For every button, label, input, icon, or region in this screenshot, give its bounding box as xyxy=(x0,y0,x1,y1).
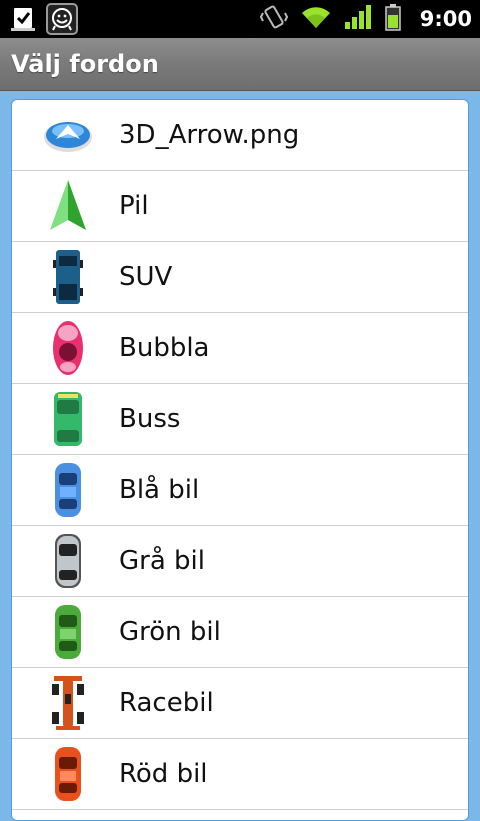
list-item[interactable]: Grön bil xyxy=(12,597,468,668)
clock: 9:00 xyxy=(419,7,472,31)
vehicle-list: 3D_Arrow.png Pil SUV Bubbla Buss Blå bil… xyxy=(11,99,469,821)
bubble-car-icon xyxy=(40,318,96,378)
wifi-icon xyxy=(300,4,332,34)
list-item[interactable]: Racebil xyxy=(12,668,468,739)
list-item-label: Grå bil xyxy=(119,546,205,576)
blue-car-icon xyxy=(40,460,96,520)
list-item[interactable]: SUV xyxy=(12,242,468,313)
list-item[interactable]: Blå bil xyxy=(12,455,468,526)
list-item-label: Racebil xyxy=(119,688,214,718)
gray-car-icon xyxy=(40,531,96,591)
list-item[interactable]: Bubbla xyxy=(12,313,468,384)
list-item-label: Bubbla xyxy=(119,333,210,363)
green-arrow-icon xyxy=(40,176,96,236)
list-item[interactable]: Buss xyxy=(12,384,468,455)
list-item-label: Pil xyxy=(119,191,149,221)
3d-arrow-icon xyxy=(40,105,96,165)
red-car-icon xyxy=(40,744,96,804)
download-complete-icon[interactable] xyxy=(8,3,40,35)
status-bar: 9:00 xyxy=(0,0,480,38)
list-item-label: Buss xyxy=(119,404,181,434)
signal-icon xyxy=(344,4,372,34)
page-title: Välj fordon xyxy=(11,50,159,78)
smiley-notification-icon[interactable] xyxy=(46,3,78,35)
list-item[interactable]: Röd bil xyxy=(12,739,468,810)
list-item-label: Blå bil xyxy=(119,475,200,505)
list-item-label: Grön bil xyxy=(119,617,221,647)
list-item-label: SUV xyxy=(119,262,173,292)
title-bar: Välj fordon xyxy=(0,38,480,91)
list-item-label: 3D_Arrow.png xyxy=(119,120,300,150)
battery-icon xyxy=(384,3,402,35)
vibrate-icon xyxy=(259,3,288,35)
list-item-label: Röd bil xyxy=(119,759,208,789)
suv-icon xyxy=(40,247,96,307)
bus-icon xyxy=(40,389,96,449)
list-item[interactable]: 3D_Arrow.png xyxy=(12,100,468,171)
list-item[interactable]: Grå bil xyxy=(12,526,468,597)
race-car-icon xyxy=(40,673,96,733)
green-car-icon xyxy=(40,602,96,662)
list-item[interactable]: Pil xyxy=(12,171,468,242)
